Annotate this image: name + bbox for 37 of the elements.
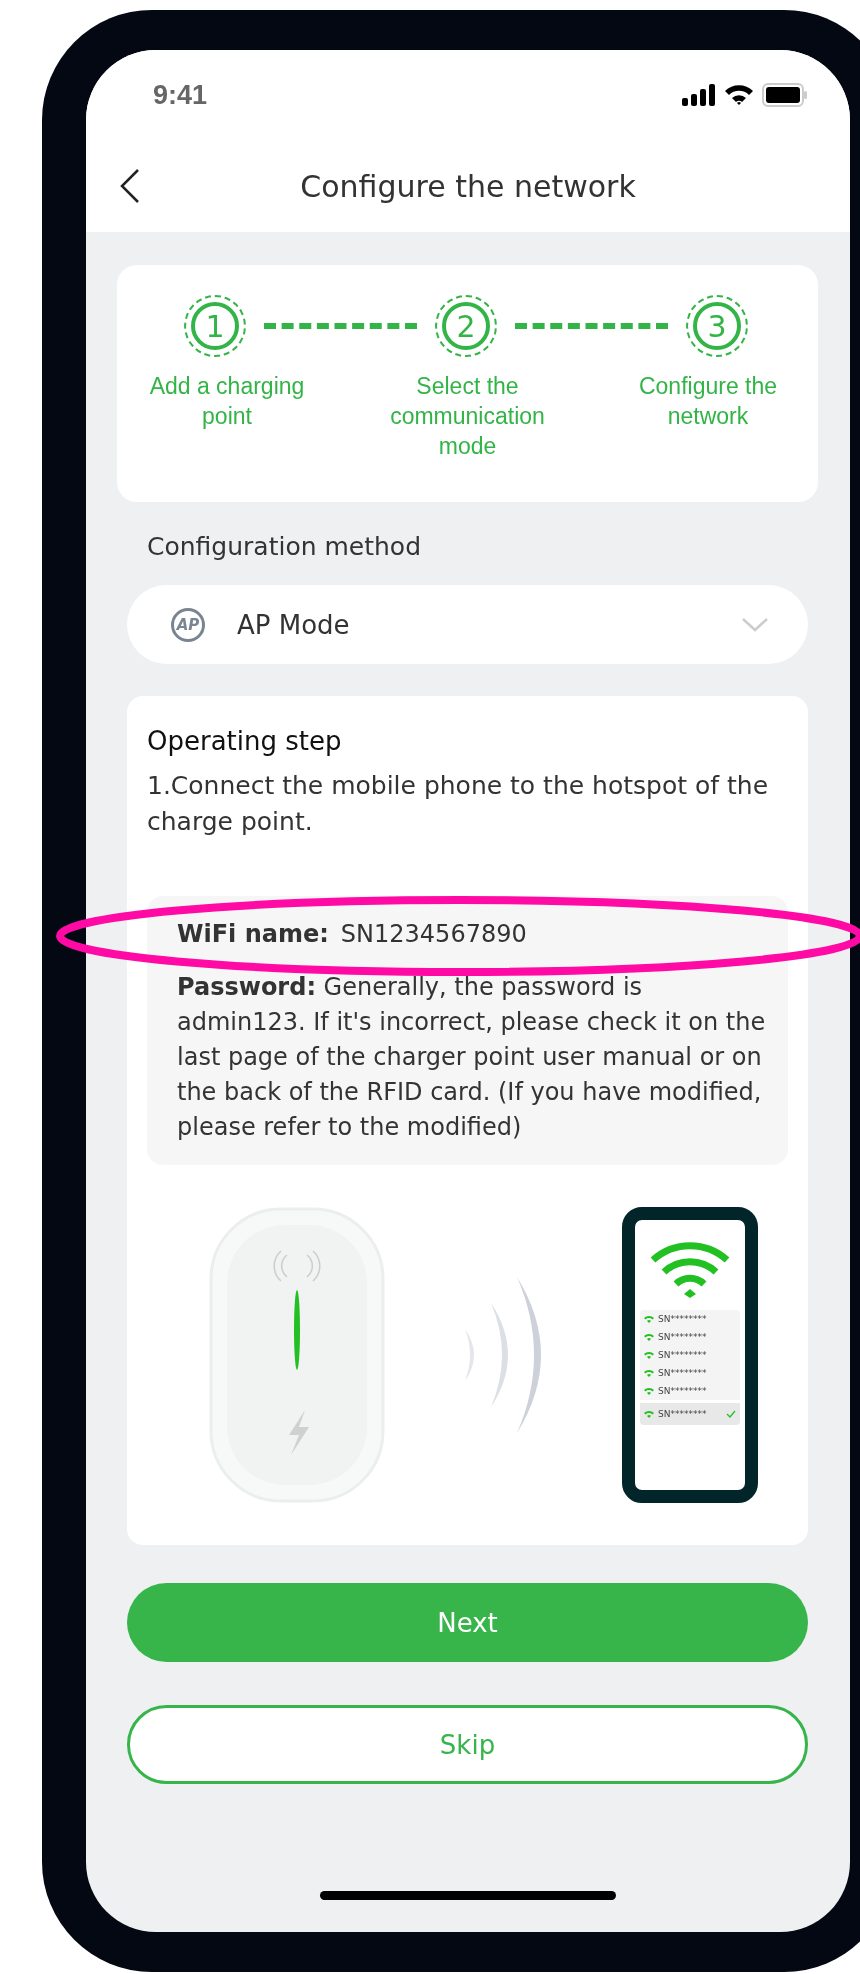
battery-icon [762,83,808,107]
network-name: SN******** [658,1386,708,1396]
ap-icon: AP [171,607,205,642]
password-text: Password: Generally, the password is admin123. If it's incorrect, please check it on the last page of the charger point user manual or on the back of the RFID card. (If you have modified, please refer to the modified) [177,972,766,1143]
next-button[interactable]: Next [127,1583,808,1662]
network-name: SN******** [658,1368,708,1378]
wifi-icon [644,1410,654,1418]
step-number: 1 [184,295,246,357]
wifi-icon [644,1333,654,1341]
network-name: SN******** [658,1350,708,1360]
status-time: 9:41 [153,79,208,111]
network-name: SN******** [658,1314,708,1324]
wifi-name-label: WiFi name: [177,920,329,948]
card-title: Operating step [147,726,343,756]
mode-dropdown[interactable]: AP AP Mode [127,585,808,664]
section-label: Configuration method [146,531,423,561]
page-title: Configure the network [300,168,636,204]
chevron-down-icon [742,617,768,632]
skip-button[interactable]: Skip [127,1705,808,1784]
wifi-icon [644,1387,654,1395]
wifi-icon [724,84,754,106]
wifi-icon [644,1351,654,1359]
instruction-text: 1.Connect the mobile phone to the hotspot of the charge point. [147,770,770,838]
wifi-icon [644,1369,654,1377]
check-icon [726,1410,736,1418]
network-name: SN******** [658,1409,708,1419]
step-label: Configure the network [637,372,779,431]
network-name: SN******** [658,1332,708,1342]
wifi-icon [650,1242,730,1298]
back-icon[interactable] [120,169,140,203]
wifi-name-value: SN1234567890 [340,920,527,948]
wifi-icon [644,1315,654,1323]
step-label: Add a charging point [148,372,306,431]
step-number: 3 [686,295,748,357]
signal-icon [682,84,716,106]
step-number: 2 [435,295,497,357]
step-label: Select the communication mode [389,372,546,461]
